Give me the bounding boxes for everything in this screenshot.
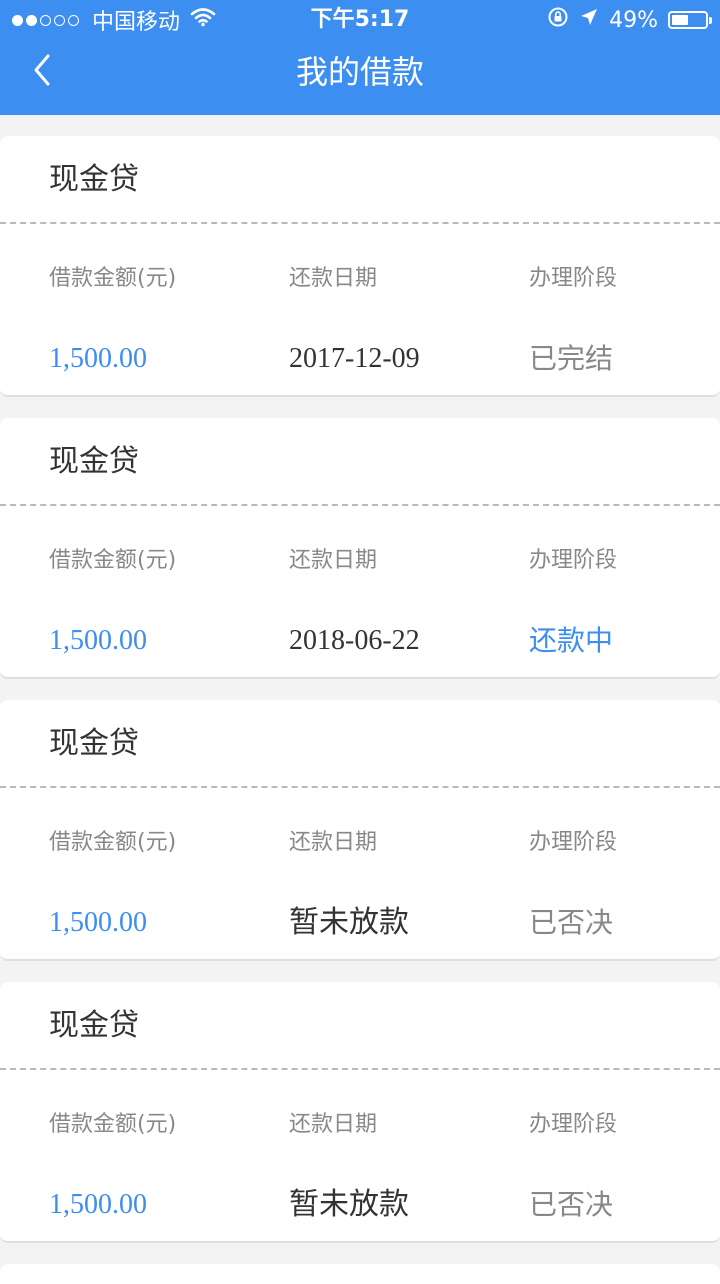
nav-bar: 我的借款 [0,40,720,115]
loan-card[interactable]: 现金贷 借款金额(元) 1,500.00 还款日期 暂未放款 办理阶段 已否决 [0,700,720,961]
product-name: 现金贷 [49,444,139,479]
repayment-date: 2017-12-09 [289,343,420,374]
product-name: 现金贷 [49,162,139,197]
card-divider [0,504,720,506]
product-name: 现金贷 [49,1008,139,1043]
repayment-date-column: 还款日期 暂未放款 [289,826,409,944]
repayment-date-label: 还款日期 [289,830,378,855]
amount-label: 借款金额(元) [49,830,177,855]
repayment-date: 暂未放款 [289,1187,409,1222]
loan-list: 现金贷 借款金额(元) 1,500.00 还款日期 2017-12-09 办理阶… [0,136,720,1284]
loan-stage: 已完结 [529,342,614,375]
loan-amount: 1,500.00 [49,907,147,938]
stage-label: 办理阶段 [529,548,618,573]
status-bar: 中国移动 下午5:17 49% [0,0,720,40]
loan-card[interactable]: 现金贷 借款金额(元) 1,500.00 还款日期 2018-06-22 办理阶… [0,418,720,679]
loan-card[interactable]: 现金贷 借款金额(元) 1,500.00 还款日期 暂未放款 办理阶段 已否决 [0,982,720,1243]
battery-icon [668,11,712,29]
battery-percent: 49% [609,7,658,33]
repayment-date-column: 还款日期 暂未放款 [289,1108,409,1226]
battery-tip [709,17,712,24]
amount-label: 借款金额(元) [49,1112,177,1137]
amount-column: 借款金额(元) 1,500.00 [49,262,176,380]
repayment-date: 2018-06-22 [289,625,420,656]
amount-column: 借款金额(元) 1,500.00 [49,1108,176,1226]
card-divider [0,786,720,788]
loan-stage: 已否决 [529,906,614,939]
amount-label: 借款金额(元) [49,266,177,291]
card-divider [0,1068,720,1070]
stage-label: 办理阶段 [529,1112,618,1137]
repayment-date-label: 还款日期 [289,1112,378,1137]
repayment-date-column: 还款日期 2017-12-09 [289,262,420,380]
repayment-date-label: 还款日期 [289,266,378,291]
rotation-lock-icon [547,6,569,34]
stage-column: 办理阶段 还款中 [529,544,617,662]
repayment-date-label: 还款日期 [289,548,378,573]
loan-card[interactable]: 现金贷 借款金额(元) 1,500.00 还款日期 2017-12-09 办理阶… [0,136,720,397]
loan-amount: 1,500.00 [49,625,147,656]
loan-amount: 1,500.00 [49,343,147,374]
location-arrow-icon [579,7,599,33]
battery-level [672,15,688,25]
loan-card-partial[interactable] [0,1264,720,1284]
loan-stage: 已否决 [529,1188,614,1221]
product-name: 现金贷 [49,726,139,761]
page-title: 我的借款 [295,53,424,91]
loan-stage: 还款中 [529,624,614,657]
amount-column: 借款金额(元) 1,500.00 [49,544,176,662]
loan-amount: 1,500.00 [49,1189,147,1220]
card-divider [0,222,720,224]
repayment-date: 暂未放款 [289,905,409,940]
amount-column: 借款金额(元) 1,500.00 [49,826,176,944]
app-header: 中国移动 下午5:17 49% 我的借款 [0,0,720,115]
amount-label: 借款金额(元) [49,548,177,573]
repayment-date-column: 还款日期 2018-06-22 [289,544,420,662]
stage-label: 办理阶段 [529,830,618,855]
stage-label: 办理阶段 [529,266,618,291]
status-right: 49% [537,6,712,34]
stage-column: 办理阶段 已否决 [529,1108,617,1226]
stage-column: 办理阶段 已否决 [529,826,617,944]
stage-column: 办理阶段 已完结 [529,262,617,380]
